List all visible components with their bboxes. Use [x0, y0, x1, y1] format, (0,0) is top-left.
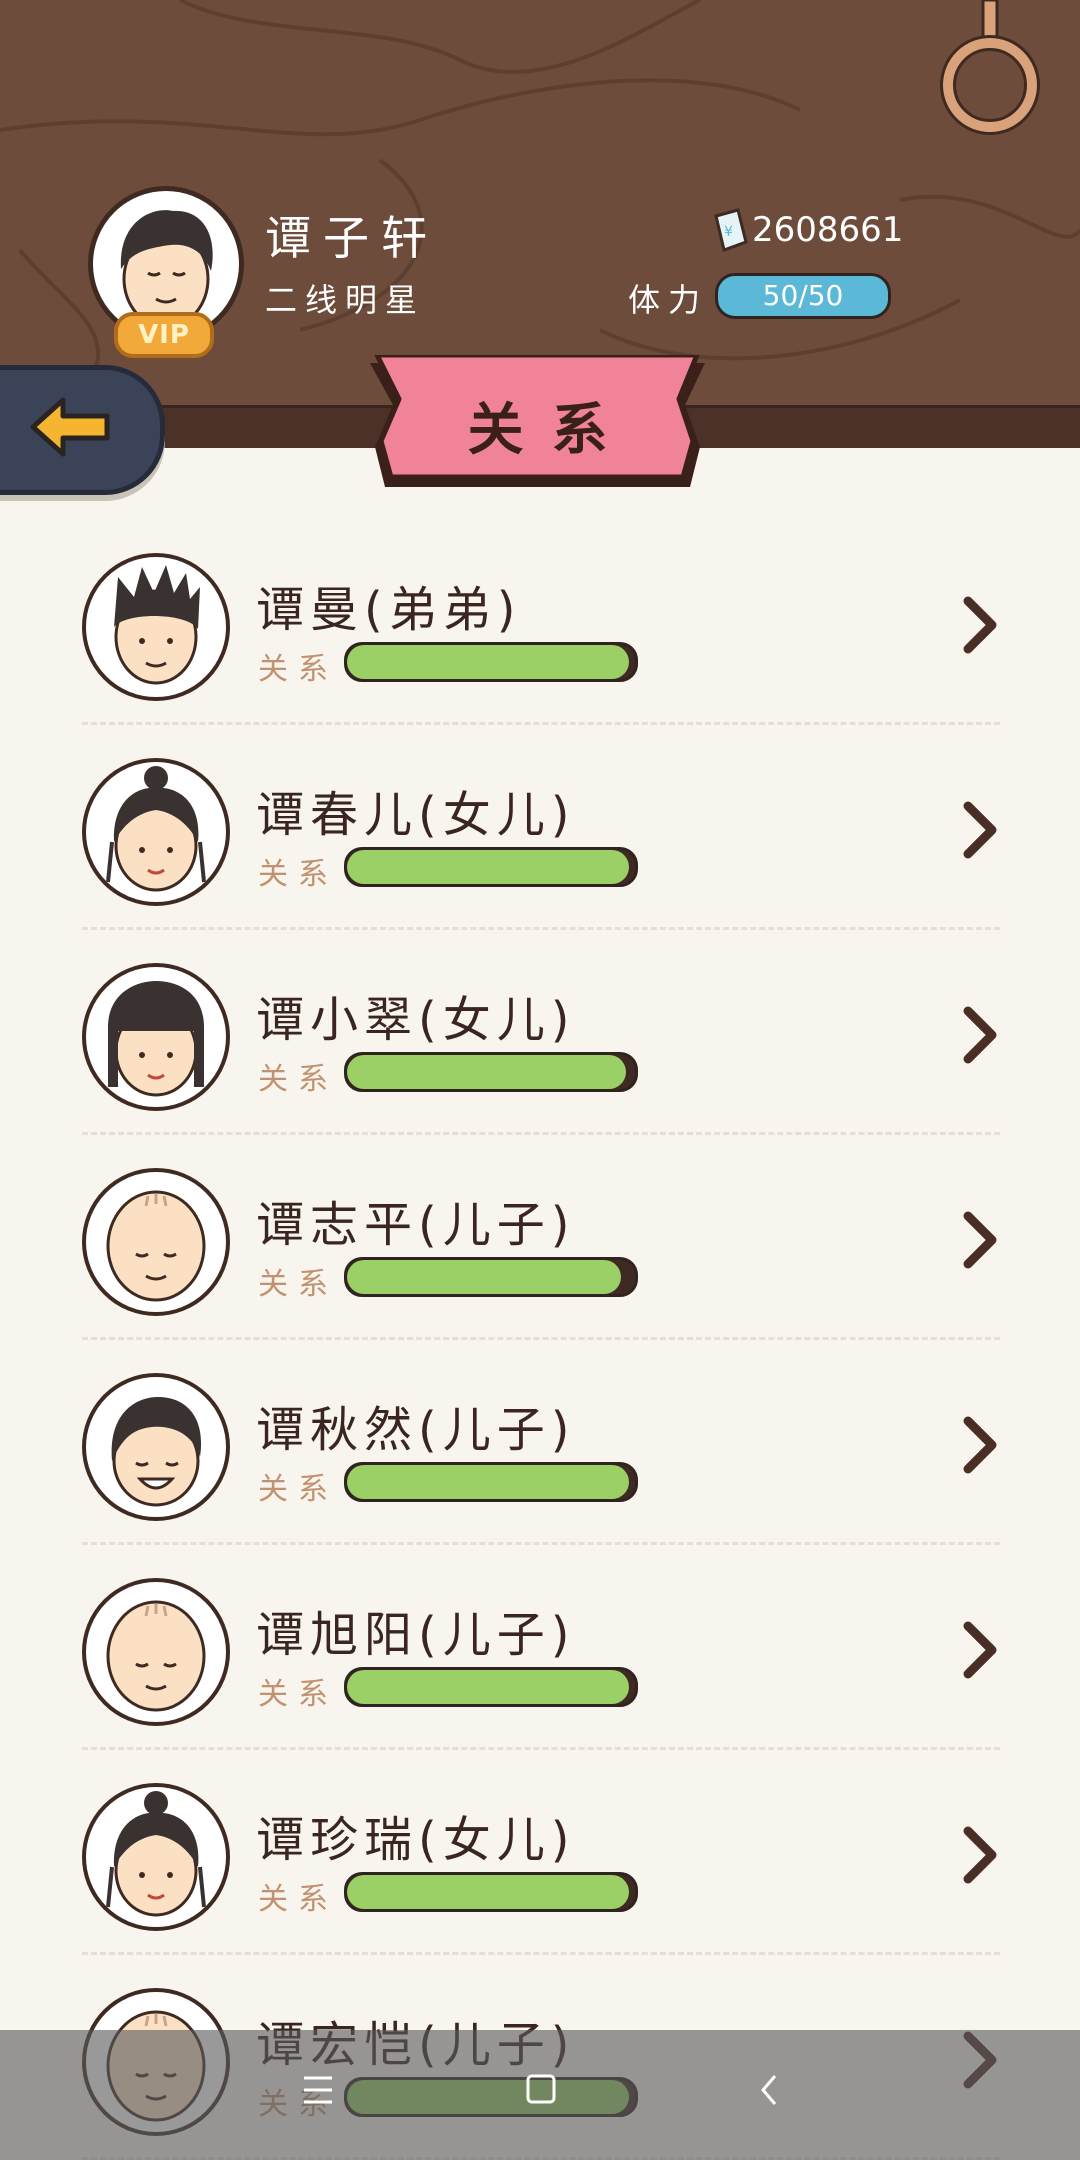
- list-item[interactable]: 谭志平(儿子) 关系: [0, 1125, 1080, 1340]
- member-name: 谭志平(儿子): [256, 1197, 576, 1253]
- member-avatar[interactable]: [82, 1578, 230, 1726]
- relation-bar-fill: [347, 1670, 630, 1704]
- relation-label: 关系: [258, 1062, 338, 1097]
- relation-bar-fill: [347, 1465, 630, 1499]
- back-chevron-icon[interactable]: [755, 2070, 785, 2110]
- chevron-right-icon[interactable]: [960, 595, 1000, 655]
- relation-bar-fill: [347, 1875, 630, 1909]
- list-item[interactable]: 谭曼(弟弟) 关系: [0, 510, 1080, 725]
- list-item[interactable]: 谭春儿(女儿) 关系: [0, 715, 1080, 930]
- chevron-right-icon[interactable]: [960, 1825, 1000, 1885]
- vip-badge: VIP: [114, 312, 214, 358]
- system-nav-bar: [0, 2030, 1080, 2160]
- relation-label: 关系: [258, 1472, 338, 1507]
- short-hair-boy-icon: [111, 1397, 202, 1507]
- stamina-bar: 50/50: [715, 273, 891, 319]
- relation-bar-fill: [347, 1260, 621, 1294]
- chevron-right-icon[interactable]: [960, 1005, 1000, 1065]
- member-name: 谭秋然(儿子): [256, 1402, 576, 1458]
- relation-bar: [344, 642, 638, 682]
- chevron-right-icon[interactable]: [960, 1620, 1000, 1680]
- relation-bar: [344, 847, 638, 887]
- relation-bar: [344, 1052, 638, 1092]
- member-name: 谭珍瑞(女儿): [256, 1812, 576, 1868]
- header-wood-panel: VIP 谭子轩 二线明星 ¥ 2608661 体力 50/50: [0, 0, 1080, 405]
- chevron-right-icon[interactable]: [960, 800, 1000, 860]
- member-avatar[interactable]: [82, 963, 230, 1111]
- relation-bar-fill: [347, 850, 630, 884]
- hanging-ring-icon[interactable]: [935, 0, 1045, 140]
- bun-hair-girl-icon: [106, 766, 206, 892]
- relation-bar: [344, 1872, 638, 1912]
- member-name: 谭旭阳(儿子): [256, 1607, 576, 1663]
- list-item[interactable]: 谭秋然(儿子) 关系: [0, 1330, 1080, 1545]
- member-name: 谭小翠(女儿): [256, 992, 576, 1048]
- chevron-right-icon[interactable]: [960, 1210, 1000, 1270]
- bun-hair-girl-icon: [106, 1791, 206, 1917]
- relation-bar: [344, 1257, 638, 1297]
- member-avatar[interactable]: [82, 553, 230, 701]
- back-button[interactable]: [0, 365, 165, 495]
- member-name: 谭曼(弟弟): [256, 582, 522, 638]
- home-square-icon[interactable]: [525, 2070, 557, 2110]
- member-avatar[interactable]: [82, 1373, 230, 1521]
- relation-label: 关系: [258, 1882, 338, 1917]
- member-avatar[interactable]: [82, 758, 230, 906]
- relation-label: 关系: [258, 652, 338, 687]
- member-avatar[interactable]: [82, 1168, 230, 1316]
- player-name: 谭子轩: [265, 211, 439, 265]
- relation-bar: [344, 1667, 638, 1707]
- menu-icon[interactable]: [300, 2070, 336, 2110]
- bald-baby-icon: [106, 1600, 206, 1712]
- list-item[interactable]: 谭珍瑞(女儿) 关系: [0, 1740, 1080, 1955]
- relation-bar-fill: [347, 1055, 627, 1089]
- bob-hair-girl-icon: [108, 981, 204, 1097]
- stamina-label: 体力: [628, 281, 709, 319]
- page-title: 关系: [467, 398, 636, 463]
- money-value: 2608661: [752, 210, 904, 250]
- banknote-icon: ¥: [714, 208, 748, 252]
- spiky-hair-boy-icon: [114, 565, 200, 685]
- relation-label: 关系: [258, 1267, 338, 1302]
- bald-baby-icon: [106, 1190, 206, 1302]
- member-name: 谭春儿(女儿): [256, 787, 576, 843]
- list-item[interactable]: 谭旭阳(儿子) 关系: [0, 1535, 1080, 1750]
- relation-label: 关系: [258, 1677, 338, 1712]
- list-item[interactable]: 谭小翠(女儿) 关系: [0, 920, 1080, 1135]
- relation-bar-fill: [347, 645, 630, 679]
- member-avatar[interactable]: [82, 1783, 230, 1931]
- svg-text:¥: ¥: [724, 224, 733, 240]
- relation-label: 关系: [258, 857, 338, 892]
- relation-bar: [344, 1462, 638, 1502]
- player-title: 二线明星: [265, 281, 426, 319]
- chevron-right-icon[interactable]: [960, 1415, 1000, 1475]
- left-arrow-icon: [30, 397, 110, 457]
